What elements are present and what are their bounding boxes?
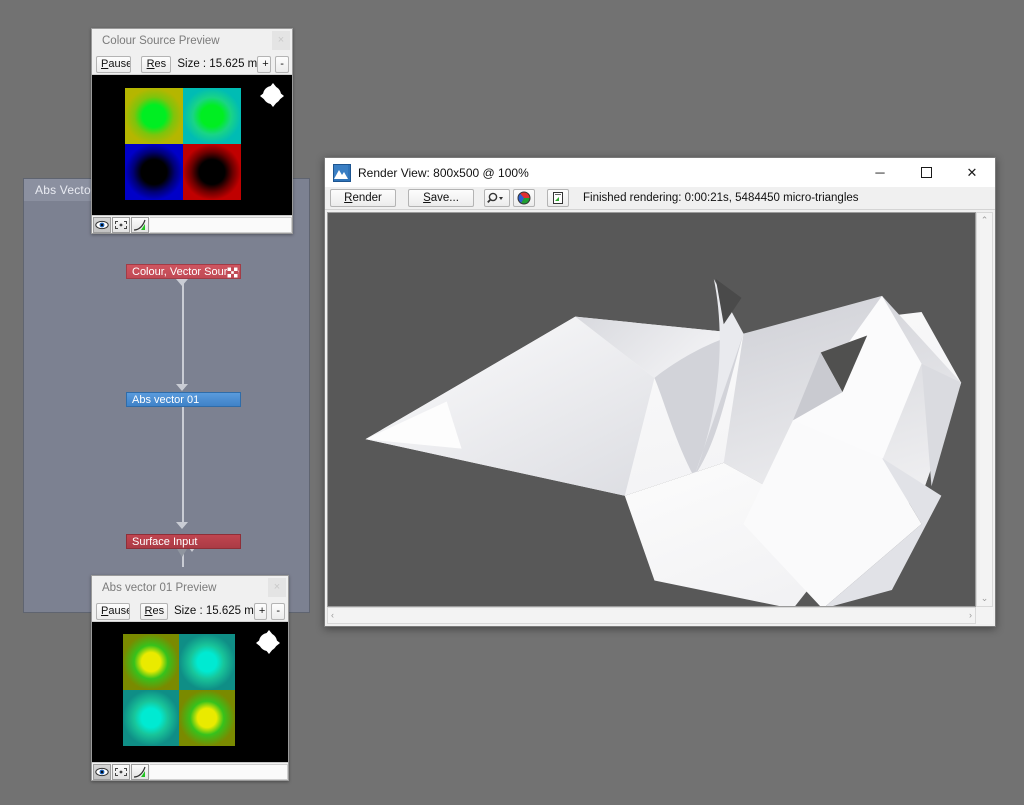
render-view-titlebar[interactable]: Render View: 800x500 @ 100% ─ ✕ xyxy=(325,158,995,187)
render-status-text: Finished rendering: 0:00:21s, 5484450 mi… xyxy=(583,192,859,204)
size-label: Size : 15.625 m xyxy=(177,58,258,70)
scroll-down-arrow[interactable]: ⌄ xyxy=(977,593,992,604)
node-surface-input-label: Surface Input xyxy=(132,536,198,548)
pan-right-icon[interactable] xyxy=(275,639,280,647)
render-view-toolbar[interactable]: Render Save... Finished rendering: 0:00:… xyxy=(325,187,995,210)
zoom-in-button[interactable]: + xyxy=(257,55,272,73)
grid-plus-icon xyxy=(227,267,238,278)
minimize-icon[interactable]: ─ xyxy=(857,158,903,187)
scroll-up-arrow[interactable]: ⌃ xyxy=(977,215,992,226)
preview-toolbar-bottom[interactable]: Pause Res Size : 15.625 m + - xyxy=(92,601,288,622)
pan-left-icon[interactable] xyxy=(260,92,265,100)
close-icon[interactable]: ✕ xyxy=(949,158,995,187)
swatch-bottom-left xyxy=(123,690,179,746)
colour-source-preview-window[interactable]: Colour Source Preview × Pause Res Size :… xyxy=(91,28,293,234)
eye-icon[interactable] xyxy=(93,763,111,780)
eye-icon[interactable] xyxy=(93,216,111,233)
document-icon[interactable] xyxy=(547,189,569,207)
node-arrow-into-abs xyxy=(176,384,188,391)
swatch-bottom-left xyxy=(125,144,183,200)
render-button[interactable]: Render xyxy=(330,189,396,207)
preview-footer-bottom[interactable] xyxy=(92,762,288,780)
rendered-terrain-image xyxy=(328,213,975,606)
swatch-top-left xyxy=(125,88,183,144)
maximize-icon[interactable] xyxy=(903,158,949,187)
render-view-window[interactable]: Render View: 800x500 @ 100% ─ ✕ Render S… xyxy=(324,157,996,627)
res-button[interactable]: Res xyxy=(141,55,172,73)
node-arrow-into-abs-top xyxy=(176,279,188,286)
preview-canvas-top[interactable] xyxy=(92,75,292,215)
res-button[interactable]: Res xyxy=(139,602,168,620)
node-surface-input[interactable]: Surface Input xyxy=(126,534,241,549)
preview-toolbar-top[interactable]: Pause Res Size : 15.625 m + - xyxy=(92,54,292,75)
zoom-out-button[interactable]: - xyxy=(275,55,289,73)
render-view-horizontal-scrollbar[interactable]: ‹ › xyxy=(327,607,976,624)
render-view-vertical-scrollbar[interactable]: ⌃ ⌄ xyxy=(976,212,993,607)
swatch-bottom-right xyxy=(183,144,241,200)
swatch-top-left xyxy=(123,634,179,690)
node-edge-abs-to-surface xyxy=(182,407,184,522)
node-arrow-into-surface xyxy=(176,522,188,529)
preview-titlebar-bottom[interactable]: Abs vector 01 Preview × xyxy=(92,576,288,601)
render-view-canvas-area: ⌃ ⌄ ‹ › xyxy=(327,212,993,624)
preview-title-top: Colour Source Preview xyxy=(102,35,220,47)
preview-canvas-bottom[interactable] xyxy=(92,622,288,762)
scroll-right-arrow[interactable]: › xyxy=(969,610,972,620)
swatch-top-right xyxy=(183,88,241,144)
node-arrow-surface-out xyxy=(177,549,187,557)
fit-icon[interactable] xyxy=(112,216,130,233)
scroll-left-arrow[interactable]: ‹ xyxy=(331,610,334,620)
node-graph-panel[interactable]: Abs Vector Colour, Vector Source Abs vec… xyxy=(23,178,310,613)
desktop: Abs Vector Colour, Vector Source Abs vec… xyxy=(0,0,1024,805)
swatch-top-right xyxy=(179,634,235,690)
fit-icon[interactable] xyxy=(112,763,130,780)
save-button[interactable]: Save... xyxy=(408,189,474,207)
magnifier-dropdown-icon[interactable] xyxy=(484,189,510,207)
curve-icon[interactable] xyxy=(131,216,149,233)
pan-navigator-bottom[interactable] xyxy=(256,630,280,654)
preview-footer-top[interactable] xyxy=(92,215,292,233)
terrain-icon xyxy=(333,163,351,182)
window-controls[interactable]: ─ ✕ xyxy=(857,158,995,187)
pan-navigator-top[interactable] xyxy=(260,83,284,107)
node-edge-source-to-abs xyxy=(182,279,184,389)
pan-left-icon[interactable] xyxy=(256,639,261,647)
preview-title-bottom: Abs vector 01 Preview xyxy=(102,582,217,594)
close-icon[interactable]: × xyxy=(268,578,286,597)
size-label: Size : 15.625 m xyxy=(173,605,254,617)
curve-icon[interactable] xyxy=(131,763,149,780)
node-colour-vector-source-label: Colour, Vector Source xyxy=(132,266,240,278)
node-colour-vector-source[interactable]: Colour, Vector Source xyxy=(126,264,241,279)
pan-down-icon[interactable] xyxy=(269,102,277,107)
node-abs-vector-01-label: Abs vector 01 xyxy=(132,394,200,406)
preview-titlebar-top[interactable]: Colour Source Preview × xyxy=(92,29,292,54)
preview-scroll-track-bottom[interactable] xyxy=(150,763,288,780)
node-abs-vector-01[interactable]: Abs vector 01 xyxy=(126,392,241,407)
pause-button[interactable]: Pause xyxy=(96,602,130,620)
pause-button[interactable]: Pause xyxy=(96,55,132,73)
pan-down-icon[interactable] xyxy=(265,649,273,654)
zoom-in-button[interactable]: + xyxy=(253,602,268,620)
close-icon[interactable]: × xyxy=(272,31,290,50)
render-view-canvas[interactable] xyxy=(327,212,976,607)
pan-right-icon[interactable] xyxy=(279,92,284,100)
swatch-bottom-right xyxy=(179,690,235,746)
pan-up-icon[interactable] xyxy=(265,630,273,635)
scrollbar-corner xyxy=(976,607,993,624)
zoom-out-button[interactable]: - xyxy=(271,602,285,620)
colour-wheel-icon[interactable] xyxy=(513,189,535,207)
abs-vector-preview-window[interactable]: Abs vector 01 Preview × Pause Res Size :… xyxy=(91,575,289,781)
render-view-title: Render View: 800x500 @ 100% xyxy=(358,165,529,180)
pan-up-icon[interactable] xyxy=(269,83,277,88)
preview-scroll-track-top[interactable] xyxy=(150,216,292,233)
